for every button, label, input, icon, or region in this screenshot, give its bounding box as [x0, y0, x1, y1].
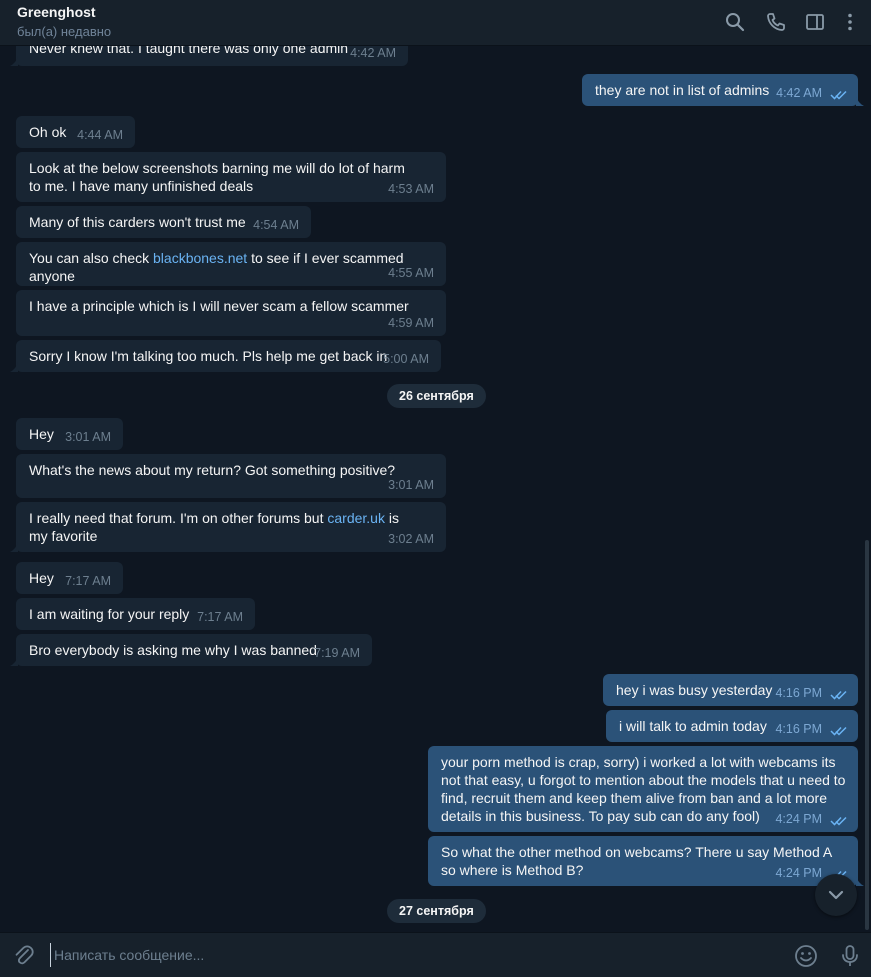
message-incoming[interactable]: Sorry I know I'm talking too much. Pls h… — [10, 340, 441, 372]
message-incoming[interactable]: What's the news about my return? Got som… — [16, 454, 446, 498]
sidebar-toggle-icon[interactable] — [804, 11, 826, 33]
message-outgoing[interactable]: hey i was busy yesterday 4:16 PM — [603, 674, 858, 706]
message-time: 3:02 AM — [388, 532, 434, 546]
message-link[interactable]: blackbones.net — [153, 250, 247, 266]
message-text: I have a principle which is I will never… — [29, 298, 409, 314]
message-list[interactable]: Never knew that. I taught there was only… — [0, 46, 871, 932]
read-checks-icon — [830, 90, 847, 100]
chat-status: был(а) недавно — [17, 24, 112, 39]
message-incoming[interactable]: Bro everybody is asking me why I was ban… — [10, 634, 372, 666]
message-text: Hey — [29, 570, 54, 586]
message-time: 5:00 AM — [383, 352, 429, 366]
message-time: 4:24 PM — [775, 812, 822, 826]
message-incoming[interactable]: Many of this carders won't trust me 4:54… — [16, 206, 311, 238]
read-checks-icon — [830, 816, 847, 826]
message-time: 4:24 PM — [775, 866, 822, 880]
message-incoming[interactable]: I have a principle which is I will never… — [16, 290, 446, 336]
message-text: Look at the below screenshots barning me… — [29, 160, 405, 194]
phone-icon[interactable] — [765, 11, 787, 33]
message-incoming[interactable]: Never knew that. I taught there was only… — [10, 46, 408, 66]
message-incoming[interactable]: Hey 7:17 AM — [16, 562, 123, 594]
message-outgoing[interactable]: i will talk to admin today 4:16 PM — [606, 710, 858, 742]
message-time: 4:53 AM — [388, 182, 434, 196]
message-time: 4:59 AM — [388, 316, 434, 330]
read-checks-icon — [830, 726, 847, 736]
message-link[interactable]: carder.uk — [327, 510, 385, 526]
message-time: 7:17 AM — [65, 574, 111, 588]
message-text: hey i was busy yesterday — [616, 682, 773, 698]
message-text: Many of this carders won't trust me — [29, 214, 246, 230]
message-incoming[interactable]: You can also check blackbones.net to see… — [16, 242, 446, 286]
read-checks-icon — [830, 690, 847, 700]
message-text: i will talk to admin today — [619, 718, 767, 734]
message-text: Bro everybody is asking me why I was ban… — [29, 642, 317, 658]
date-separator: 26 сентября — [387, 384, 486, 408]
message-incoming[interactable]: Hey 3:01 AM — [16, 418, 123, 450]
message-text: Hey — [29, 426, 54, 442]
message-outgoing[interactable]: your porn method is crap, sorry) i worke… — [428, 746, 858, 832]
message-input[interactable] — [50, 943, 770, 967]
more-vertical-icon[interactable] — [839, 11, 861, 33]
chat-header[interactable]: Greenghost был(а) недавно — [0, 0, 871, 46]
scroll-to-bottom-button[interactable] — [815, 874, 857, 916]
message-outgoing[interactable]: they are not in list of admins 4:42 AM — [582, 74, 864, 106]
message-incoming[interactable]: I really need that forum. I'm on other f… — [10, 502, 446, 552]
message-text: So what the other method on webcams? The… — [441, 844, 832, 878]
chat-title[interactable]: Greenghost — [17, 4, 96, 20]
message-time: 4:44 AM — [77, 128, 123, 142]
attach-icon[interactable] — [11, 943, 37, 969]
message-text-before: I really need that forum. I'm on other f… — [29, 510, 328, 526]
message-text: Oh ok — [29, 124, 67, 140]
message-text: they are not in list of admins — [595, 82, 770, 98]
search-icon[interactable] — [724, 11, 746, 33]
emoji-icon[interactable] — [793, 943, 819, 969]
message-time: 7:17 AM — [197, 610, 243, 624]
message-incoming[interactable]: Look at the below screenshots barning me… — [16, 152, 446, 202]
message-text: Never knew that. I taught there was only… — [29, 46, 349, 56]
message-text: What's the news about my return? Got som… — [29, 462, 396, 478]
scrollbar[interactable] — [865, 540, 869, 930]
message-time: 4:55 AM — [388, 266, 434, 280]
message-time: 4:54 AM — [253, 218, 299, 232]
message-time: 3:01 AM — [388, 478, 434, 492]
message-text-before: You can also check — [29, 250, 154, 266]
message-incoming[interactable]: I am waiting for your reply 7:17 AM — [16, 598, 255, 630]
message-time: 4:42 AM — [776, 86, 822, 100]
date-separator: 27 сентября — [387, 899, 486, 923]
chevron-down-icon — [828, 890, 844, 900]
microphone-icon[interactable] — [837, 943, 863, 969]
message-time: 4:16 PM — [775, 686, 822, 700]
message-text: I am waiting for your reply — [29, 606, 190, 622]
message-outgoing[interactable]: So what the other method on webcams? The… — [428, 836, 864, 886]
message-text: Sorry I know I'm talking too much. Pls h… — [29, 348, 388, 364]
message-time: 4:16 PM — [775, 722, 822, 736]
message-incoming[interactable]: Oh ok 4:44 AM — [16, 116, 135, 148]
message-time: 4:42 AM — [350, 46, 396, 60]
message-time: 7:19 AM — [314, 646, 360, 660]
message-composer — [0, 932, 871, 977]
message-time: 3:01 AM — [65, 430, 111, 444]
